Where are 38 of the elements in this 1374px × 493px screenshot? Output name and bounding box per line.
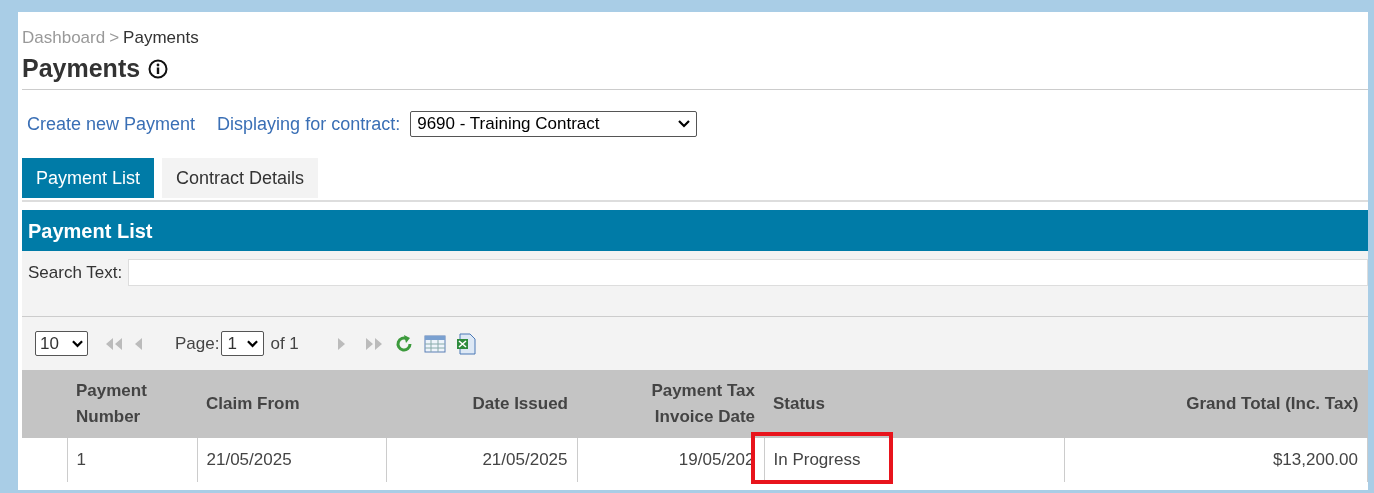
previous-page-icon[interactable] xyxy=(134,337,143,350)
search-field[interactable] xyxy=(128,259,1368,286)
column-header: Payment Tax Invoice Date xyxy=(650,380,755,428)
contract-select[interactable]: 9690 - Training Contract xyxy=(410,111,698,137)
table-cell: 19/05/202 xyxy=(678,450,755,470)
caret-icon xyxy=(72,339,83,348)
contract-label: Displaying for contract: xyxy=(217,112,401,136)
caret-icon xyxy=(678,120,691,128)
spreadsheet-export-icon[interactable] xyxy=(455,332,476,355)
page-select[interactable]: 1 xyxy=(221,331,265,356)
refresh-icon[interactable] xyxy=(393,333,414,354)
tab[interactable]: Contract Details xyxy=(162,158,319,198)
search-label: Search Text: xyxy=(28,262,123,284)
first-page-icon[interactable] xyxy=(104,337,124,350)
page-title: Payments xyxy=(22,52,141,84)
caret-icon xyxy=(247,339,259,348)
table-cell: 1 xyxy=(76,450,86,470)
page-count: of 1 xyxy=(270,332,299,355)
table-icon[interactable] xyxy=(423,334,446,353)
breadcrumb-separator: > xyxy=(109,27,120,50)
last-page-icon[interactable] xyxy=(363,337,384,350)
column-header: Claim From xyxy=(206,394,300,413)
table-cell: 21/05/2025 xyxy=(482,450,568,470)
column-header: Date Issued xyxy=(472,394,568,413)
table-cell: 21/05/2025 xyxy=(206,450,292,470)
page-label: Page: xyxy=(175,332,220,355)
next-page-icon[interactable] xyxy=(336,337,346,350)
info-icon xyxy=(148,58,169,79)
column-header: Status xyxy=(773,394,825,413)
table-cell: In Progress xyxy=(773,450,861,470)
create-payment-link[interactable]: Create new Payment xyxy=(27,110,196,138)
column-header: Grand Total (Inc. Tax) xyxy=(1186,394,1359,413)
tab[interactable]: Payment List xyxy=(22,158,155,198)
page-size-select[interactable]: 10 xyxy=(35,331,88,356)
column-header: Payment Number xyxy=(76,380,148,428)
breadcrumb-link[interactable]: Payments xyxy=(123,25,199,51)
panel-header: Payment List xyxy=(22,210,1368,251)
table-cell: $13,200.00 xyxy=(1272,450,1358,470)
